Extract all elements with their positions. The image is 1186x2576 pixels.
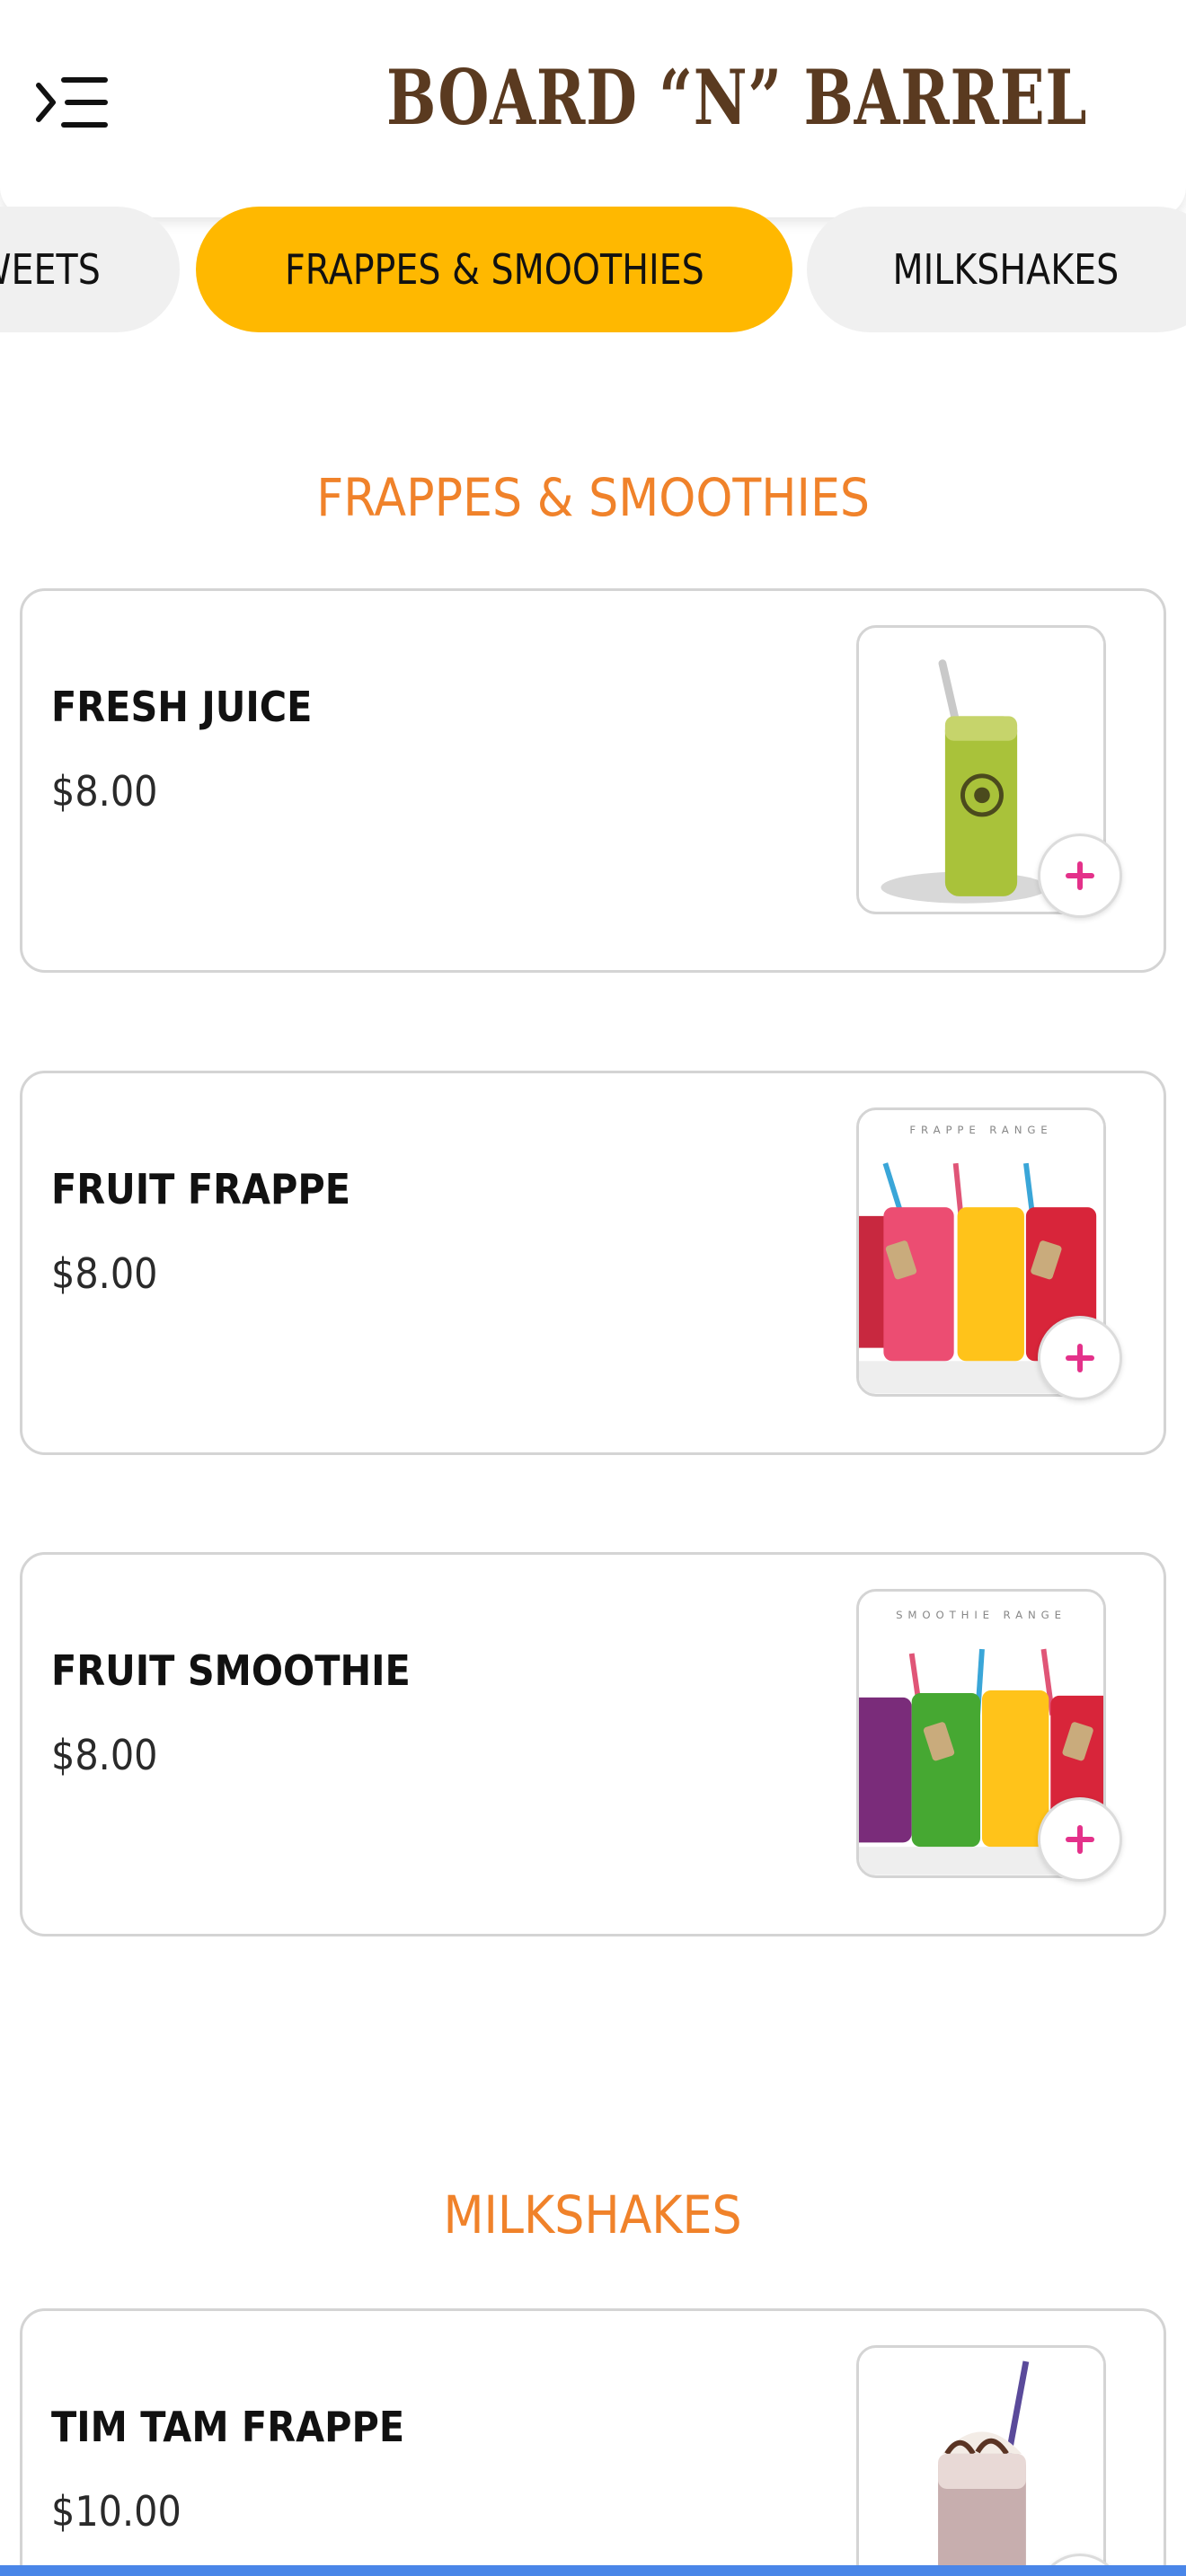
bottom-bar — [0, 2565, 1186, 2576]
add-to-cart-button[interactable] — [1038, 834, 1122, 918]
tab-label: MILKSHAKES — [892, 245, 1120, 294]
milkshake-glass-image — [859, 2348, 1103, 2576]
product-card-tim-tam-frappe[interactable]: TIM TAM FRAPPE $10.00 — [20, 2308, 1166, 2576]
product-card-fresh-juice[interactable]: FRESH JUICE $8.00 — [20, 588, 1166, 973]
menu-icon — [36, 77, 108, 128]
product-price: $8.00 — [51, 767, 158, 816]
product-name: FRUIT FRAPPE — [51, 1165, 350, 1213]
plus-icon — [1066, 861, 1094, 890]
section-title-text: FRAPPES & SMOOTHIES — [316, 467, 870, 528]
image-caption: FRAPPE RANGE — [909, 1124, 1052, 1136]
section-title-text: MILKSHAKES — [443, 2184, 743, 2245]
section-title-milkshakes: MILKSHAKES — [0, 2184, 1186, 2245]
tab-frappes-smoothies[interactable]: FRAPPES & SMOOTHIES — [196, 207, 792, 332]
add-to-cart-button[interactable] — [1038, 1316, 1122, 1400]
product-card-fruit-frappe[interactable]: FRUIT FRAPPE $8.00 FRAPPE RANGE — [20, 1071, 1166, 1455]
add-to-cart-button[interactable] — [1038, 1797, 1122, 1882]
product-price: $8.00 — [51, 1249, 158, 1298]
category-tabs: SWEETS FRAPPES & SMOOTHIES MILKSHAKES — [0, 207, 1186, 332]
tab-milkshakes[interactable]: MILKSHAKES — [807, 207, 1186, 332]
brand-logo[interactable]: BOARD “N” BARREL — [386, 49, 1086, 147]
menu-page: BOARD “N” BARREL SWEETS FRAPPES & SMOOTH… — [0, 0, 1186, 2576]
product-name: FRUIT SMOOTHIE — [51, 1646, 411, 1695]
tab-label: FRAPPES & SMOOTHIES — [284, 245, 704, 294]
product-image-tim-tam-frappe[interactable] — [856, 2345, 1106, 2576]
tab-label: SWEETS — [0, 245, 101, 294]
product-card-fruit-smoothie[interactable]: FRUIT SMOOTHIE $8.00 SMOOTHIE RANGE — [20, 1552, 1166, 1936]
image-caption: SMOOTHIE RANGE — [896, 1609, 1067, 1621]
plus-icon — [1066, 1825, 1094, 1854]
product-name: TIM TAM FRAPPE — [51, 2403, 405, 2451]
product-price: $10.00 — [51, 2487, 181, 2536]
plus-icon — [1066, 1344, 1094, 1372]
section-title-frappes-smoothies: FRAPPES & SMOOTHIES — [0, 467, 1186, 528]
menu-button[interactable] — [27, 66, 117, 138]
product-price: $8.00 — [51, 1731, 158, 1779]
app-header: BOARD “N” BARREL — [0, 0, 1186, 217]
product-name: FRESH JUICE — [51, 683, 313, 731]
tab-sweets[interactable]: SWEETS — [0, 207, 180, 332]
